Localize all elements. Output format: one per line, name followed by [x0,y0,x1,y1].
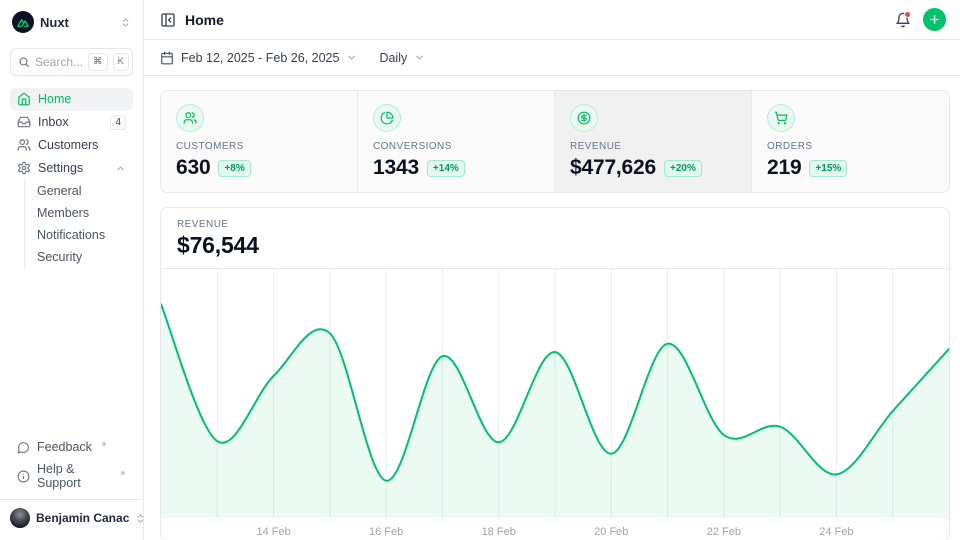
pie-chart-icon [373,104,401,132]
revenue-area-chart[interactable]: 14 Feb 16 Feb 18 Feb 20 Feb 22 Feb 24 Feb [161,269,949,540]
page-title: Home [185,12,224,28]
sidebar-item-inbox[interactable]: Inbox 4 [10,111,133,134]
dashboard-content: CUSTOMERS 630 +8% CONVERSIONS 1343 +14% [144,76,960,540]
stat-delta-badge: +14% [427,160,465,177]
stat-value: 630 [176,156,210,180]
user-menu[interactable]: Benjamin Canac [0,499,143,536]
stat-value: $477,626 [570,156,656,180]
sidebar-item-customers[interactable]: Customers [10,134,133,157]
stat-label: CUSTOMERS [176,141,342,152]
sidebar-item-general[interactable]: General [25,180,133,202]
help-support-link[interactable]: Help & Support [10,458,133,494]
svg-text:14 Feb: 14 Feb [256,526,290,538]
chart-header: REVENUE $76,544 [161,208,949,269]
notifications-button[interactable] [895,12,911,28]
period-select[interactable]: Daily [379,51,425,65]
sidebar-item-security[interactable]: Security [25,246,133,268]
svg-text:20 Feb: 20 Feb [594,526,628,538]
workspace-name: Nuxt [40,15,69,30]
sidebar: Nuxt Search... ⌘ K Home [0,0,144,540]
svg-text:22 Feb: 22 Feb [707,526,741,538]
stat-value: 219 [767,156,801,180]
plus-icon [928,13,941,26]
filters-toolbar: Feb 12, 2025 - Feb 26, 2025 Daily [144,40,960,76]
date-range-picker[interactable]: Feb 12, 2025 - Feb 26, 2025 [160,51,357,65]
sidebar-item-home[interactable]: Home [10,88,133,111]
sidebar-item-settings[interactable]: Settings [10,157,133,180]
nuxt-logo-icon [12,11,34,33]
info-circle-icon [17,470,30,483]
sidebar-footer: Feedback Help & Support Benjamin Canac [10,436,133,540]
main-area: Home Feb 12, 2025 - Feb 26, 2025 [144,0,960,540]
shopping-cart-icon [767,104,795,132]
stats-row: CUSTOMERS 630 +8% CONVERSIONS 1343 +14% [160,90,950,193]
user-avatar [10,508,30,528]
stat-card-orders[interactable]: ORDERS 219 +15% [752,91,949,192]
stat-value: 1343 [373,156,419,180]
header-actions [895,8,946,31]
notification-dot [904,11,911,18]
users-icon [17,138,31,152]
kbd-meta: ⌘ [88,53,108,71]
collapse-sidebar-icon[interactable] [160,12,176,28]
date-range-value: Feb 12, 2025 - Feb 26, 2025 [181,51,339,65]
sidebar-item-members[interactable]: Members [25,202,133,224]
stat-label: REVENUE [570,141,736,152]
stat-card-revenue[interactable]: REVENUE $477,626 +20% [555,91,752,192]
search-input[interactable]: Search... ⌘ K [10,48,133,76]
sidebar-item-label: Inbox [38,115,69,129]
users-icon [176,104,204,132]
sidebar-item-label: Home [38,92,71,106]
svg-text:16 Feb: 16 Feb [369,526,403,538]
kbd-key: K [113,53,129,71]
feedback-link[interactable]: Feedback [10,436,133,458]
workspace-switcher[interactable]: Nuxt [10,9,133,35]
chart-metric-label: REVENUE [177,219,933,230]
home-icon [17,92,31,106]
search-placeholder: Search... [35,55,83,69]
circle-dollar-icon [570,104,598,132]
stat-label: ORDERS [767,141,934,152]
settings-subnav: General Members Notifications Security [24,180,133,268]
chart-metric-value: $76,544 [177,232,933,259]
revenue-chart-card: REVENUE $76,544 14 Feb 16 Feb 18 Feb 20 Feb… [160,207,950,540]
stat-delta-badge: +20% [664,160,702,177]
inbox-icon [17,115,31,129]
search-icon [18,56,30,68]
sidebar-item-label: Customers [38,138,98,152]
chevron-down-icon [414,52,425,63]
period-value: Daily [379,51,407,65]
add-button[interactable] [923,8,946,31]
sidebar-item-label: Settings [38,161,83,175]
page-header: Home [144,0,960,40]
stat-delta-badge: +8% [218,160,250,177]
svg-text:24 Feb: 24 Feb [819,526,853,538]
calendar-icon [160,51,174,65]
sidebar-nav: Home Inbox 4 Customers Settings [10,88,133,268]
chevron-down-icon [346,52,357,63]
sidebar-item-notifications[interactable]: Notifications [25,224,133,246]
stat-label: CONVERSIONS [373,141,539,152]
app-window: Nuxt Search... ⌘ K Home [0,0,960,540]
message-circle-icon [17,441,30,454]
inbox-count-badge: 4 [110,115,126,130]
external-link-icon [100,441,107,448]
footer-item-label: Feedback [37,440,92,454]
stat-delta-badge: +15% [809,160,847,177]
external-link-icon [119,470,126,477]
stat-card-customers[interactable]: CUSTOMERS 630 +8% [161,91,358,192]
stat-card-conversions[interactable]: CONVERSIONS 1343 +14% [358,91,555,192]
user-name: Benjamin Canac [36,511,129,525]
footer-item-label: Help & Support [37,462,111,490]
chevron-up-icon [115,163,126,174]
svg-text:18 Feb: 18 Feb [482,526,516,538]
gear-icon [17,161,31,175]
chevrons-up-down-icon [120,17,131,28]
